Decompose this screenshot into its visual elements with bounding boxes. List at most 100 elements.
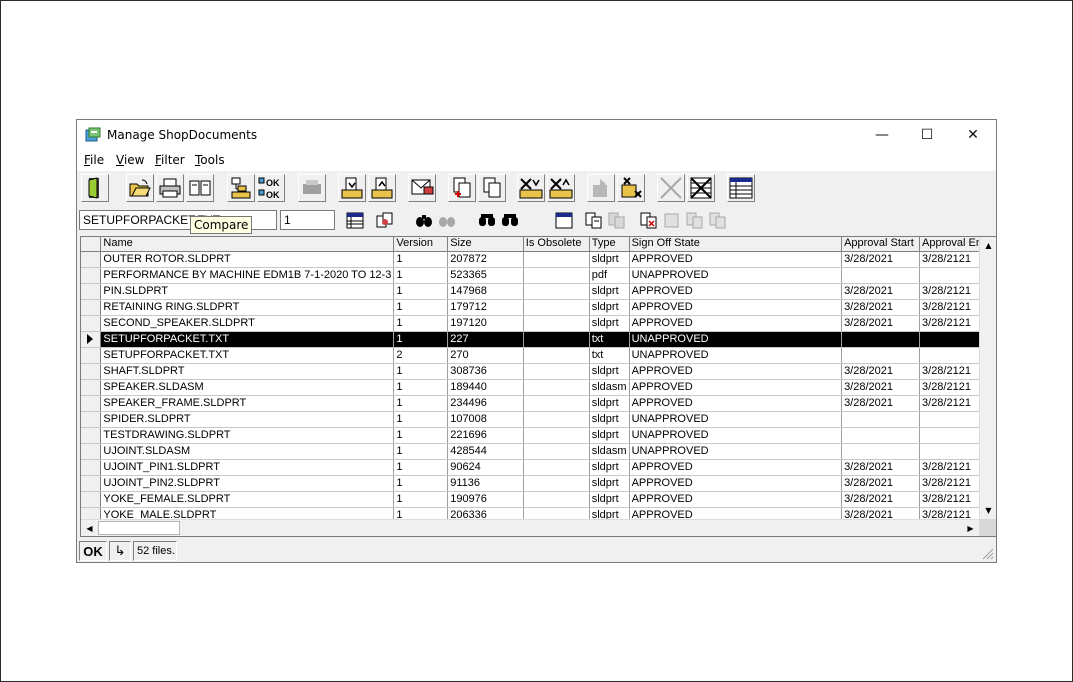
window-button[interactable]: [554, 211, 574, 230]
table-row[interactable]: UJOINT_PIN2.SLDPRT 1 91136 sldprt APPROVED 3/…: [81, 475, 996, 492]
cell-type: sldprt: [589, 475, 630, 492]
table-row[interactable]: UJOINT_PIN1.SLDPRT 1 90624 sldprt APPROVED 3/…: [81, 459, 996, 476]
cell-version: 1: [393, 475, 449, 492]
column-header-type[interactable]: Type: [589, 237, 630, 252]
horizontal-scrollbar[interactable]: ◀ ▶: [81, 519, 979, 536]
row-selector[interactable]: [81, 267, 102, 284]
tool-d-button[interactable]: [500, 211, 520, 230]
cell-approval-start: 3/28/2021: [841, 475, 921, 492]
column-header-approval-start[interactable]: Approval Start: [841, 237, 921, 252]
table-row[interactable]: SPEAKER_FRAME.SLDPRT 1 234496 sldprt APPROVE…: [81, 395, 996, 412]
table-row[interactable]: SPIDER.SLDPRT 1 107008 sldprt UNAPPROVED: [81, 411, 996, 428]
window-title: Manage ShopDocuments: [107, 128, 258, 142]
ok-ok-button[interactable]: OK OK: [257, 174, 285, 202]
add-doc-button[interactable]: [448, 174, 476, 202]
table-row[interactable]: TESTDRAWING.SLDPRT 1 221696 sldprt UNAPPROVE…: [81, 427, 996, 444]
row-selector[interactable]: [81, 491, 102, 508]
horizontal-scroll-thumb[interactable]: [98, 521, 180, 535]
row-selector[interactable]: [81, 459, 102, 476]
table-row[interactable]: SETUPFORPACKET.TXT 2 270 txt UNAPPROVED: [81, 347, 996, 364]
exit-button[interactable]: [81, 174, 109, 202]
row-selector[interactable]: [81, 475, 102, 492]
disabled-print-button[interactable]: [298, 174, 326, 202]
menu-tools[interactable]: Tools: [195, 153, 225, 167]
minimize-button[interactable]: —: [859, 120, 905, 150]
table-row[interactable]: SETUPFORPACKET.TXT 1 227 txt UNAPPROVED: [81, 331, 996, 348]
window-icon: [555, 212, 573, 229]
close-button[interactable]: ✕: [950, 120, 996, 150]
delete-out-button[interactable]: [547, 174, 575, 202]
disabled-move-button[interactable]: [587, 174, 615, 202]
row-selector[interactable]: [81, 299, 102, 316]
table-row[interactable]: UJOINT.SLDASM 1 428544 sldasm UNAPPROVED: [81, 443, 996, 460]
doc-delete-button[interactable]: [639, 211, 659, 230]
tool-a-button[interactable]: [414, 211, 434, 230]
scroll-up-arrow-icon[interactable]: ▲: [980, 237, 996, 254]
cell-approval-start: [841, 427, 921, 444]
disabled-tool-2-button[interactable]: [685, 211, 705, 230]
cell-approval-start: 3/28/2021: [841, 459, 921, 476]
row-selector[interactable]: [81, 331, 102, 348]
delete-in-button[interactable]: [517, 174, 545, 202]
column-header-size[interactable]: Size: [447, 237, 524, 252]
scroll-down-arrow-icon[interactable]: ▼: [980, 502, 996, 519]
disabled-tool-3-button[interactable]: [708, 211, 728, 230]
column-header-is-obsolete[interactable]: Is Obsolete: [523, 237, 590, 252]
check-out-button[interactable]: [368, 174, 396, 202]
delete-grid-button[interactable]: [687, 174, 715, 202]
cell-size: 91136: [447, 475, 524, 492]
maximize-button[interactable]: ☐: [904, 120, 950, 150]
check-in-button[interactable]: [338, 174, 366, 202]
table-row[interactable]: PERFORMANCE BY MACHINE EDM1B 7-1-2020 TO…: [81, 267, 996, 284]
menu-filter[interactable]: Filter: [155, 153, 185, 167]
table-row[interactable]: RETAINING RING.SLDPRT 1 179712 sldprt APPROV…: [81, 299, 996, 316]
email-button[interactable]: [408, 174, 436, 202]
disabled-tool-1-button[interactable]: [662, 211, 682, 230]
row-selector[interactable]: [81, 347, 102, 364]
row-selector[interactable]: [81, 315, 102, 332]
cell-size: 107008: [447, 411, 524, 428]
remove-button[interactable]: [617, 174, 645, 202]
cell-type: sldprt: [589, 363, 630, 380]
column-header-name[interactable]: Name: [100, 237, 395, 252]
tree-button[interactable]: [227, 174, 255, 202]
grid-window-button[interactable]: [727, 174, 755, 202]
tool-c-button[interactable]: [477, 211, 497, 230]
row-selector[interactable]: [81, 427, 102, 444]
copy-doc-button[interactable]: [478, 174, 506, 202]
doc-disabled-button[interactable]: [607, 211, 627, 230]
status-ok: OK: [79, 541, 107, 561]
resize-grip-icon[interactable]: [982, 548, 994, 560]
calendar-button[interactable]: [345, 211, 365, 230]
row-selector[interactable]: [81, 395, 102, 412]
tool-b-button[interactable]: [437, 211, 457, 230]
menu-file[interactable]: File: [84, 153, 104, 167]
version-field[interactable]: 1: [280, 210, 335, 230]
disabled-delete-button[interactable]: [657, 174, 685, 202]
scroll-left-arrow-icon[interactable]: ◀: [81, 520, 98, 536]
row-selector[interactable]: [81, 363, 102, 380]
table-row[interactable]: PIN.SLDPRT 1 147968 sldprt APPROVED 3/28/2021…: [81, 283, 996, 300]
open-button[interactable]: [126, 174, 154, 202]
vertical-scrollbar[interactable]: ▲ ▼: [979, 237, 996, 519]
doc-link-icon: [585, 212, 602, 229]
table-row[interactable]: SECOND_SPEAKER.SLDPRT 1 197120 sldprt APPROV…: [81, 315, 996, 332]
menu-view[interactable]: View: [116, 153, 144, 167]
row-selector[interactable]: [81, 443, 102, 460]
doc-link-button[interactable]: [584, 211, 604, 230]
column-header-sign-off-state[interactable]: Sign Off State: [629, 237, 843, 252]
row-selector[interactable]: [81, 411, 102, 428]
cell-approval-start: [841, 443, 921, 460]
row-selector[interactable]: [81, 379, 102, 396]
column-header-version[interactable]: Version: [393, 237, 449, 252]
table-row[interactable]: SPEAKER.SLDASM 1 189440 sldasm APPROVED 3/28/…: [81, 379, 996, 396]
print-button[interactable]: [156, 174, 184, 202]
row-selector[interactable]: [81, 251, 102, 268]
table-row[interactable]: OUTER ROTOR.SLDPRT 1 207872 sldprt APPROVED 3…: [81, 251, 996, 268]
view-doc-button[interactable]: [186, 174, 214, 202]
row-selector[interactable]: [81, 283, 102, 300]
compare-button[interactable]: [375, 211, 395, 230]
table-row[interactable]: YOKE_FEMALE.SLDPRT 1 190976 sldprt APPROVED 3…: [81, 491, 996, 508]
table-row[interactable]: SHAFT.SLDPRT 1 308736 sldprt APPROVED 3/28/20…: [81, 363, 996, 380]
scroll-right-arrow-icon[interactable]: ▶: [962, 520, 979, 536]
